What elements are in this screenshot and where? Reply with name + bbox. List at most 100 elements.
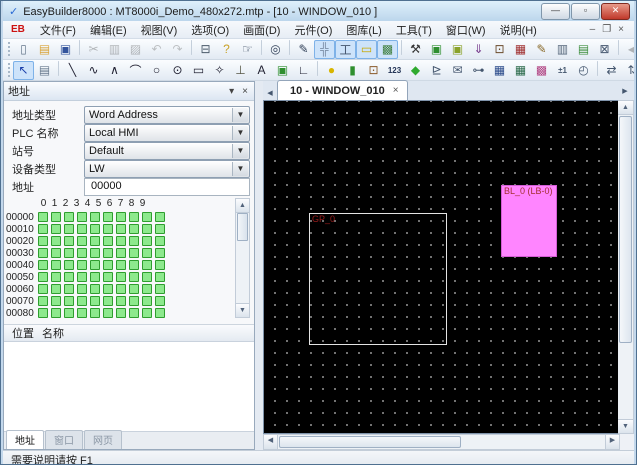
address-cell[interactable] <box>155 272 165 282</box>
usage-list-column[interactable]: 名称 <box>34 325 64 341</box>
canvas-hscroll-thumb[interactable] <box>279 436 461 448</box>
grid-scrollbar[interactable]: ▲ ▼ <box>235 198 250 318</box>
address-cell[interactable] <box>155 212 165 222</box>
picture-tool-icon[interactable]: ▣ <box>272 61 293 80</box>
separator[interactable] <box>79 40 80 55</box>
address-cell[interactable] <box>155 236 165 246</box>
address-cell[interactable] <box>64 224 74 234</box>
copy-icon[interactable]: ▥ <box>104 40 125 59</box>
address-cell[interactable] <box>38 272 48 282</box>
address-cell[interactable] <box>90 308 100 318</box>
menu-item[interactable]: 编辑(E) <box>83 21 134 39</box>
slider-icon[interactable]: ✉ <box>447 61 468 80</box>
separator[interactable] <box>191 40 192 55</box>
address-cell[interactable] <box>64 236 74 246</box>
print-icon[interactable]: ⊟ <box>195 40 216 59</box>
address-cell[interactable] <box>129 308 139 318</box>
minimize-button[interactable]: — <box>541 3 570 20</box>
address-cell[interactable] <box>51 212 61 222</box>
address-cell[interactable] <box>155 308 165 318</box>
address-cell[interactable] <box>64 308 74 318</box>
bit-lamp-object-bl0[interactable]: BL_0 (LB-0) <box>501 185 557 257</box>
ascii-display-icon[interactable]: ▦ <box>510 61 531 80</box>
address-cell[interactable] <box>142 224 152 234</box>
circle-tool-icon[interactable]: ○ <box>146 61 167 80</box>
address-cell[interactable] <box>38 308 48 318</box>
group-object-gp0[interactable]: GP_0 <box>309 213 447 345</box>
address-cell[interactable] <box>142 260 152 270</box>
canvas-horizontal-scrollbar[interactable]: ◀ ▶ <box>263 434 620 450</box>
separator[interactable] <box>317 61 318 76</box>
toggle-switch-icon[interactable]: ⊶ <box>468 61 489 80</box>
corner-tool-icon[interactable]: ∟ <box>293 61 314 80</box>
polygon-tool-icon[interactable]: ✧ <box>209 61 230 80</box>
toolbar-grip[interactable] <box>8 42 10 56</box>
address-cell[interactable] <box>64 248 74 258</box>
offline-simulation-icon[interactable]: ▣ <box>447 40 468 59</box>
paste-icon[interactable]: ▨ <box>125 40 146 59</box>
undo-icon[interactable]: ↶ <box>146 40 167 59</box>
close-button[interactable]: ✕ <box>601 3 630 20</box>
address-cell[interactable] <box>51 248 61 258</box>
design-canvas[interactable]: GP_0 BL_0 (LB-0) <box>263 100 618 434</box>
separator[interactable] <box>289 40 290 55</box>
compile-icon[interactable]: ⚒ <box>405 40 426 59</box>
scroll-left-icon[interactable]: ◀ <box>264 435 278 449</box>
address-cell[interactable] <box>116 296 126 306</box>
set-bit-icon[interactable]: ⊡ <box>363 61 384 80</box>
address-cell[interactable] <box>38 248 48 258</box>
plc-name-select[interactable]: Local HMI ▼ <box>84 124 250 142</box>
sound-off-icon[interactable]: ◀ <box>622 40 634 59</box>
tab-scroll-right-icon[interactable]: ▶ <box>618 84 632 98</box>
address-cell[interactable] <box>155 260 165 270</box>
panel-close-icon[interactable]: × <box>242 86 248 97</box>
device-type-select[interactable]: LW ▼ <box>84 160 250 178</box>
address-cell[interactable] <box>51 272 61 282</box>
chevron-down-icon[interactable]: ▼ <box>232 144 248 158</box>
numeric-display-icon[interactable]: ▦ <box>489 61 510 80</box>
grid-toggle-icon[interactable]: ╬ <box>314 40 335 59</box>
address-cell[interactable] <box>129 296 139 306</box>
address-cell[interactable] <box>77 248 87 258</box>
address-cell[interactable] <box>77 236 87 246</box>
touch-trigger-icon[interactable]: ⊵ <box>426 61 447 80</box>
find-address-icon[interactable]: ◎ <box>265 40 286 59</box>
toolbar-grip[interactable] <box>8 63 10 77</box>
download-icon[interactable]: ⇓ <box>468 40 489 59</box>
address-cell[interactable] <box>155 248 165 258</box>
open-file-icon[interactable]: ▤ <box>34 40 55 59</box>
address-cell[interactable] <box>116 224 126 234</box>
address-cell[interactable] <box>116 308 126 318</box>
polyline-tool-icon[interactable]: ∧ <box>104 61 125 80</box>
address-cell[interactable] <box>90 296 100 306</box>
word-lamp-icon[interactable]: ▮ <box>342 61 363 80</box>
panel-splitter[interactable] <box>255 81 263 450</box>
address-input[interactable]: 00000 <box>84 178 250 196</box>
snap-toggle-icon[interactable]: 工 <box>335 40 356 59</box>
address-cell[interactable] <box>51 308 61 318</box>
help-icon[interactable]: ? <box>216 40 237 59</box>
new-file-icon[interactable]: ▯ <box>13 40 34 59</box>
project-manager-icon[interactable]: ⊡ <box>489 40 510 59</box>
address-cell[interactable] <box>77 284 87 294</box>
chevron-down-icon[interactable]: ▼ <box>232 162 248 176</box>
address-cell[interactable] <box>142 296 152 306</box>
redraw-icon[interactable]: ✎ <box>293 40 314 59</box>
tab-scroll-left-icon[interactable]: ◀ <box>263 86 277 100</box>
address-cell[interactable] <box>129 284 139 294</box>
panel-menu-icon[interactable]: ▾ <box>229 86 234 97</box>
address-cell[interactable] <box>64 272 74 282</box>
text-tool-icon[interactable]: A <box>251 61 272 80</box>
menu-item[interactable]: 窗口(W) <box>439 21 493 39</box>
pie-tool-icon[interactable]: ⊙ <box>167 61 188 80</box>
function-key-icon[interactable]: ◆ <box>405 61 426 80</box>
address-cell[interactable] <box>129 260 139 270</box>
usage-list[interactable] <box>4 342 254 431</box>
canvas-vscroll-thumb[interactable] <box>619 116 632 343</box>
context-help-icon[interactable]: ☞ <box>237 40 258 59</box>
address-cell[interactable] <box>155 224 165 234</box>
address-cell[interactable] <box>38 296 48 306</box>
address-cell[interactable] <box>103 284 113 294</box>
window-fill-icon[interactable]: ▩ <box>377 40 398 59</box>
address-cell[interactable] <box>64 260 74 270</box>
